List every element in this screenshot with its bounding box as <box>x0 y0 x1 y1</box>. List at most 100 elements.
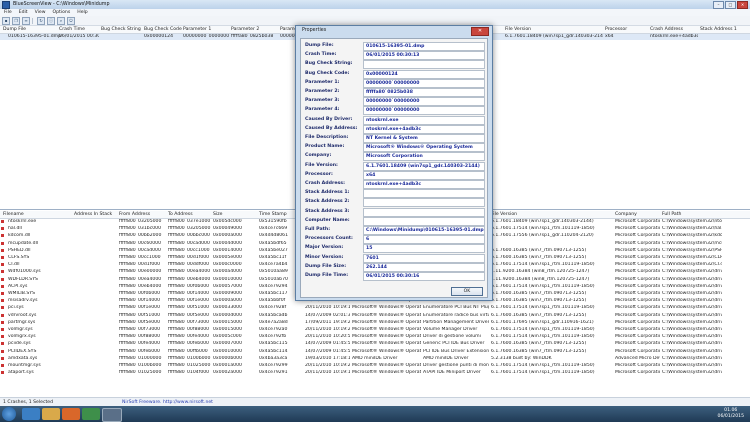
driver-cell: fffff880`00fe4000 <box>168 334 209 340</box>
property-value[interactable]: ntoskrnl.exe+4adb3c <box>363 124 485 134</box>
driver-cell: 0x4a5bc115 <box>259 341 288 347</box>
property-row: Stack Address 1: <box>305 189 485 199</box>
property-label: Bug Check Code: <box>305 70 350 76</box>
driver-cell: Microsoft Corporation <box>615 363 660 368</box>
driver-cell: C:\Windows\system32\drivers\ACPI.sys <box>662 283 722 289</box>
driver-cell: 0x00010000 <box>213 348 243 354</box>
table-row[interactable]: partmgr.sys fffff880`00f5e000 fffff880`00f… <box>0 320 750 326</box>
table-row[interactable]: PCIIDEX.SYS fffff880`00feb000 fffff880`00f… <box>0 349 750 355</box>
table-row[interactable]: volmgr.sys fffff880`00f73000 fffff880`00f8… <box>0 327 750 333</box>
refresh-icon[interactable]: ↻ <box>37 16 45 25</box>
minimize-button[interactable]: – <box>713 1 724 9</box>
taskbar-clock[interactable]: 01.06 06/01/2015 <box>718 408 744 420</box>
property-value[interactable]: 6 <box>363 235 485 245</box>
driver-cell: fffff800`00bbc000 <box>168 233 210 239</box>
table-row[interactable]: mountmgr.sys fffff880`0100b000 fffff880`01… <box>0 363 750 369</box>
property-value[interactable]: 00000000`00000000 <box>363 78 485 88</box>
property-value[interactable]: 00000000`00000000 <box>363 97 485 107</box>
driver-cell: 19/03/2010 17:18:18 <box>305 355 350 361</box>
properties-icon[interactable]: ⓘ <box>47 16 55 25</box>
driver-file-icon <box>1 263 4 267</box>
start-button[interactable] <box>2 407 16 421</box>
html-report-icon[interactable]: ≡ <box>22 16 30 25</box>
property-value[interactable]: 00000000`00000000 <box>363 106 485 116</box>
driver-cell: fffff880`00f1e000 <box>119 305 160 311</box>
property-value[interactable]: Microsoft® Windows® Operating System <box>363 143 485 153</box>
property-value[interactable]: 010615-16395-01.dmp <box>363 42 485 51</box>
crash-cell: 00000000`00000000 <box>183 34 229 39</box>
menu-help[interactable]: Help <box>77 10 87 15</box>
nirsoft-link[interactable]: NirSoft Freeware. http://www.nirsoft.net <box>122 400 213 405</box>
driver-cell: Microsoft® Windows® Operating System <box>352 348 421 354</box>
driver-cell: mcupdate.dll <box>8 240 39 246</box>
property-value[interactable]: ntoskrnl.exe <box>363 115 485 125</box>
property-value[interactable]: C:\Windows\Minidump\010615-16395-01.dmp <box>363 226 485 235</box>
firefox-icon[interactable] <box>62 408 80 420</box>
internet-explorer-icon[interactable] <box>22 408 40 420</box>
property-value[interactable] <box>363 189 485 199</box>
dialog-close-button[interactable]: ✕ <box>471 27 489 36</box>
driver-cell: PCIIDEX.SYS <box>8 348 37 354</box>
table-row[interactable]: pciide.sys fffff880`00fe4000 fffff880`00fe… <box>0 341 750 347</box>
driver-cell: 14/07/2009 02:01:31 <box>305 312 350 318</box>
table-row[interactable]: ataport.sys fffff880`01025000 fffff880`010… <box>0 370 750 376</box>
property-row: File Version: 6.1.7601.18409 (win7sp1_gdr… <box>305 161 485 171</box>
driver-cell: 6.1.7601.17514 (win7sp1_rtm.101119-1850) <box>491 262 595 268</box>
driver-cell: Microsoft® Windows® Operating System <box>352 312 421 318</box>
driver-cell: C:\Windows\system32\drivers\mountmgr.sys <box>662 363 722 368</box>
driver-cell: fffff880`00f73000 <box>168 319 210 325</box>
menu-view[interactable]: View <box>35 10 46 15</box>
property-value[interactable] <box>363 207 485 217</box>
property-value[interactable]: 15 <box>363 244 485 254</box>
ok-button[interactable]: OK <box>451 287 483 296</box>
save-icon[interactable]: ▪ <box>2 16 10 25</box>
property-value[interactable] <box>363 216 485 226</box>
exit-icon[interactable]: ⏻ <box>67 16 75 25</box>
property-value[interactable]: 06/01/2015 00:30:16 <box>363 272 485 281</box>
table-row[interactable]: volmgrx.sys fffff880`00f88000 fffff880`00f… <box>0 334 750 340</box>
close-button[interactable]: ✕ <box>737 1 748 9</box>
title-bar: BlueScreenView - C:\Windows\Minidump – □… <box>0 0 750 9</box>
folder-icon[interactable] <box>42 408 60 420</box>
copy-icon[interactable]: ❐ <box>12 16 20 25</box>
driver-cell: fffff880`00f1e000 <box>168 298 209 304</box>
media-player-icon[interactable] <box>82 408 100 420</box>
table-row[interactable]: vdrvroot.sys fffff880`00f51000 fffff880`00… <box>0 313 750 319</box>
driver-cell: 0x00014000 <box>213 247 243 253</box>
crash-cell: 6.1.7601.18409 (win7sp1_gdr.140303-2144) <box>505 34 603 39</box>
driver-file-icon <box>1 256 4 259</box>
driver-cell: fffff880`00eb4000 <box>119 283 162 289</box>
property-value[interactable]: 6.1.7601.18409 (win7sp1_gdr.140303-2144) <box>363 161 485 171</box>
driver-cell: C:\Windows\system32\drivers\volmgr.sys <box>662 327 722 332</box>
menu-edit[interactable]: Edit <box>19 10 28 15</box>
property-value[interactable]: fffffa80`0825b038 <box>363 88 485 97</box>
property-value[interactable]: ntoskrnl.exe+4adb3c <box>363 180 485 189</box>
property-value[interactable]: 262.144 <box>363 262 485 272</box>
property-value[interactable]: Microsoft Corporation <box>363 152 485 162</box>
property-label: Caused By Driver: <box>305 116 353 122</box>
property-value[interactable]: x64 <box>363 170 485 180</box>
search-icon[interactable]: ⌕ <box>57 16 65 25</box>
driver-header-cell: Time Stamp <box>259 212 287 217</box>
property-value[interactable]: NT Kernel & System <box>363 134 485 143</box>
driver-cell: Microsoft Corporation <box>615 240 660 246</box>
property-value[interactable] <box>363 60 485 70</box>
menu-options[interactable]: Options <box>53 10 71 15</box>
driver-cell: 0x00057000 <box>213 283 243 289</box>
table-row[interactable]: amdxata.sys fffff880`01000000 fffff880`010… <box>0 356 750 362</box>
property-value[interactable] <box>363 198 485 208</box>
maximize-button[interactable]: □ <box>725 1 736 9</box>
property-value[interactable]: 7601 <box>363 253 485 263</box>
property-label: Parameter 1: <box>305 79 340 85</box>
app-icon[interactable] <box>102 408 122 422</box>
driver-header-cell: Full Path <box>662 212 682 217</box>
menu-file[interactable]: File <box>4 10 12 15</box>
driver-cell: AMD miniIDE Driver <box>423 355 469 361</box>
property-value[interactable]: 0x00000124 <box>363 69 485 79</box>
driver-file-icon <box>1 292 4 295</box>
driver-cell: Microsoft® Windows® Operating System <box>352 327 421 332</box>
property-value[interactable]: 06/01/2015 00:30:13 <box>363 51 485 61</box>
driver-file-icon <box>1 328 4 331</box>
driver-file-icon <box>1 320 4 324</box>
table-row[interactable]: pci.sys fffff880`00f1e000 fffff880`00f5100… <box>0 305 750 311</box>
